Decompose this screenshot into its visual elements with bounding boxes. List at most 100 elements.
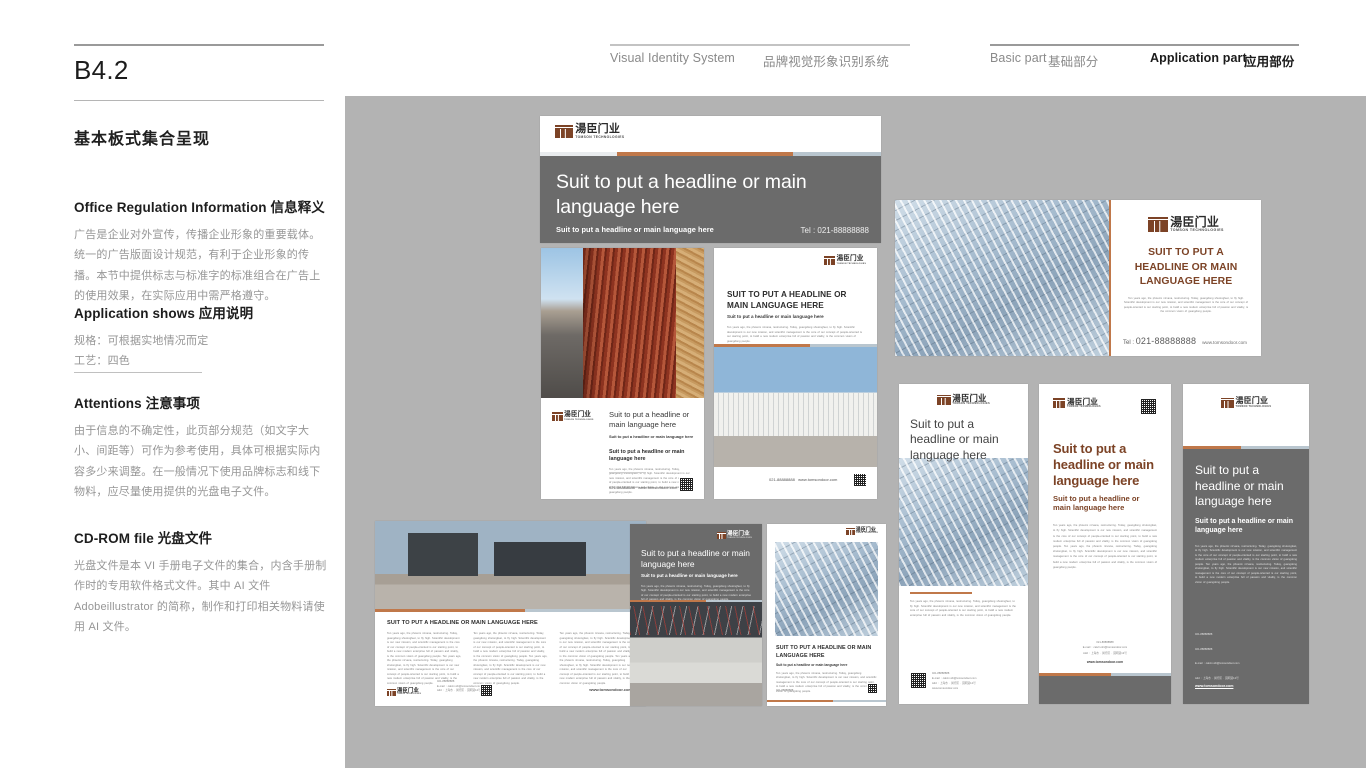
brand-logo: 湯臣门业 TOMSON TECHNOLOGIES — [716, 531, 752, 540]
vi-manual-page: Visual Identity System 品牌视觉形象识别系统 Basic … — [0, 0, 1366, 768]
cover-body: Suit to put a headline or main language … — [540, 156, 881, 243]
artefact-warehouse-card[interactable]: 湯臣门业 TOMSON TECHNOLOGIES Suit to put a h… — [630, 524, 762, 706]
logo-mark-icon — [1148, 216, 1169, 232]
nav-application-part-en[interactable]: Application part — [1150, 51, 1247, 65]
logo-text-en: TOMSON TECHNOLOGIES — [1235, 404, 1272, 408]
brand-logo: 湯臣门业 TOMSON TECHNOLOGIES — [910, 394, 1017, 406]
banner-headline: Suit to put a headline or main language … — [910, 416, 999, 462]
banner-body-copy: Ten years ago, the phoenix nirvana, rest… — [1195, 544, 1297, 584]
logo-text-cn: 湯臣门业 — [564, 411, 592, 418]
banner-base — [1039, 676, 1171, 704]
logo-text-cn: 湯臣门业 — [836, 255, 864, 262]
header-rule-left — [74, 44, 324, 46]
block-body: 规格：可根据实地情况而定 工艺：四色 — [74, 335, 209, 368]
card-subline: Suit to put a headline or main language … — [641, 572, 738, 578]
logo-text-cn: 湯臣门业 — [1170, 215, 1220, 229]
nav-application-part-cn[interactable]: 应用部份 — [1244, 51, 1294, 70]
nav-basic-part-en[interactable]: Basic part — [990, 51, 1047, 65]
artefact-brochure-cover[interactable]: 湯臣门业 TOMSON TECHNOLOGIES Suit to put a h… — [540, 116, 881, 243]
info-block-cdrom-file: CD-ROM file 光盘文件 光盘文件是本 VI 手册电子文件的集合，内含手… — [74, 527, 327, 637]
nav-visual-identity-cn[interactable]: 品牌视觉形象识别系统 — [763, 51, 889, 70]
brand-logo: 湯臣门业 TOMSON TECHNOLOGIES — [1123, 216, 1249, 232]
card-body-copy: Ten years ago, the phoenix nirvana, rest… — [1123, 296, 1249, 314]
qr-code-icon — [867, 683, 878, 694]
photo-glass-facade — [899, 458, 1028, 586]
banner-website: www.tomsondoor.com — [1195, 684, 1234, 688]
artefact-rollup-banner-gray[interactable]: 湯臣门业 TOMSON TECHNOLOGIES Suit to put a h… — [1183, 384, 1309, 704]
poster-body-copy: Ten years ago, the phoenix nirvana, rest… — [727, 326, 862, 343]
artefact-landscape-card[interactable]: 湯臣门业 TOMSON TECHNOLOGIES SUIT TO PUT A H… — [895, 200, 1261, 356]
banner-subline: Suit to put a headline or main language … — [1053, 493, 1140, 513]
artefact-poster-red-door[interactable]: 湯臣门业 TOMSON TECHNOLOGIES Suit to put a h… — [541, 248, 704, 499]
banner-fax: 021-88888888 — [1195, 647, 1213, 651]
brand-logo: 湯臣门业 TOMSON TECHNOLOGIES — [387, 688, 421, 696]
artefact-poster-white-doors[interactable]: 湯臣门业 TOMSON TECHNOLOGIES SUIT TO PUT A H… — [714, 248, 877, 499]
nav-basic-part-cn[interactable]: 基础部分 — [1048, 51, 1098, 70]
photo-red-corrugated-door — [541, 248, 704, 398]
brand-logo: 湯臣门业 TOMSON TECHNOLOGIES — [824, 255, 866, 266]
banner-website: www.tomsondoor.com — [1086, 660, 1124, 664]
artefact-small-poster[interactable]: 湯臣门业 TOMSON TECHNOLOGIES SUIT TO PUT A H… — [767, 524, 886, 706]
card-tel-number: 021-88888888 — [1135, 336, 1197, 346]
logo-text-en: TOMSON TECHNOLOGIES — [836, 263, 866, 266]
brand-logo: 湯臣门业 TOMSON TECHNOLOGIES — [555, 124, 624, 139]
page-code: B4.2 — [74, 55, 129, 85]
divider-attentions — [74, 372, 202, 373]
logo-text-en: TOMSON TECHNOLOGIES — [575, 134, 625, 139]
poster-divider — [609, 472, 646, 473]
logo-text-en: TOMSON TECHNOLOGIES — [1170, 227, 1224, 232]
banner-body-copy: Ten years ago, the phoenix nirvana, rest… — [910, 600, 1016, 617]
block-body: 由于信息的不确定性，此页部分规范（如文字大小、间距等）可作为参考使用，具体可根据… — [74, 425, 321, 499]
card-tel-label: Tel : — [1123, 340, 1135, 346]
spread-column-copy: Ten years ago, the phoenix nirvana, rest… — [473, 632, 548, 685]
spread-address: Add : 上海市 · 闵行区 · 园明道12号 — [437, 689, 481, 693]
poster-contact: 021-88888888 — [776, 689, 794, 693]
banner-headline: Suit to put a headline or main language … — [1195, 463, 1284, 509]
logo-text-cn: 湯臣门业 — [1235, 396, 1269, 405]
block-heading: Office Regulation Information 信息释义 — [74, 200, 325, 215]
photo-white-sectional-doors — [714, 347, 877, 467]
brand-logo: 湯臣门业 TOMSON TECHNOLOGIES — [846, 528, 878, 535]
artefact-three-column-spread[interactable]: SUIT TO PUT A HEADLINE OR MAIN LANGUAGE … — [375, 521, 646, 706]
logo-text-en: TOMSON TECHNOLOGIES — [1066, 406, 1101, 409]
banner-address: Add : 上海市 · 闵行区 · 园明道12号 — [1195, 676, 1239, 680]
photo-warehouse-interior — [630, 602, 762, 706]
poster-headline: Suit to put a headline or main language … — [609, 410, 690, 429]
card-website: www.tomsondoor.com — [1202, 340, 1247, 345]
logo-mark-icon — [387, 688, 396, 696]
divider-under-page-code — [74, 100, 324, 101]
banner-website: www.tomsondoor.com — [932, 687, 959, 691]
banner-email: E-mail : calvin.shi@tomsondoor.com — [1195, 662, 1240, 666]
poster-tel: 021-88888888 — [609, 485, 635, 490]
poster-subline: Suit to put a headline or main language … — [609, 433, 694, 439]
qr-code-icon — [679, 477, 694, 492]
photo-glass-facade — [775, 542, 878, 636]
qr-code-icon — [910, 672, 927, 690]
spread-column-copy: Ten years ago, the phoenix nirvana, rest… — [387, 632, 462, 685]
logo-text-en: TOMSON TECHNOLOGIES — [727, 537, 752, 539]
brand-logo: 湯臣门业 TOMSON TECHNOLOGIES — [1053, 398, 1101, 408]
card-headline: SUIT TO PUT A HEADLINE OR MAIN LANGUAGE … — [1134, 247, 1238, 287]
banner-body-copy: Ten years ago, the phoenix nirvana, rest… — [1053, 524, 1157, 569]
logo-mark-icon — [846, 528, 855, 535]
logo-mark-icon — [1220, 397, 1234, 408]
logo-text-en: TOMSON TECHNOLOGIES — [564, 419, 594, 422]
poster-headline: SUIT TO PUT A HEADLINE OR MAIN LANGUAGE … — [776, 645, 872, 659]
artefact-rollup-banner-white[interactable]: 湯臣门业 TOMSON TECHNOLOGIES Suit to put a h… — [1039, 384, 1171, 704]
cover-headline: Suit to put a headline or main language … — [556, 171, 807, 218]
block-heading: Application shows 应用说明 — [74, 306, 254, 321]
card-body-copy: Ten years ago, the phoenix nirvana, rest… — [641, 584, 751, 602]
poster-headline: SUIT TO PUT A HEADLINE OR MAIN LANGUAGE … — [727, 290, 847, 311]
artefact-rollup-banner-photo[interactable]: 湯臣门业 TOMSON TECHNOLOGIES Suit to put a h… — [899, 384, 1028, 704]
poster-website: www.tomsondoor.com — [638, 485, 678, 490]
logo-mark-icon — [1053, 398, 1066, 408]
nav-visual-identity-en[interactable]: Visual Identity System — [610, 51, 735, 65]
photo-glass-facade — [895, 200, 1109, 356]
qr-code-icon — [480, 684, 493, 697]
banner-address: Add : 上海市 · 闵行区 · 园明道12号 — [1083, 651, 1127, 655]
logo-mark-icon — [716, 532, 726, 540]
spread-website: www.tomsondoor.com — [589, 687, 632, 692]
cover-telephone: Tel : 021-88888888 — [800, 226, 870, 235]
block-heading: Attentions 注意事项 — [74, 396, 200, 411]
block-heading: CD-ROM file 光盘文件 — [74, 531, 213, 546]
